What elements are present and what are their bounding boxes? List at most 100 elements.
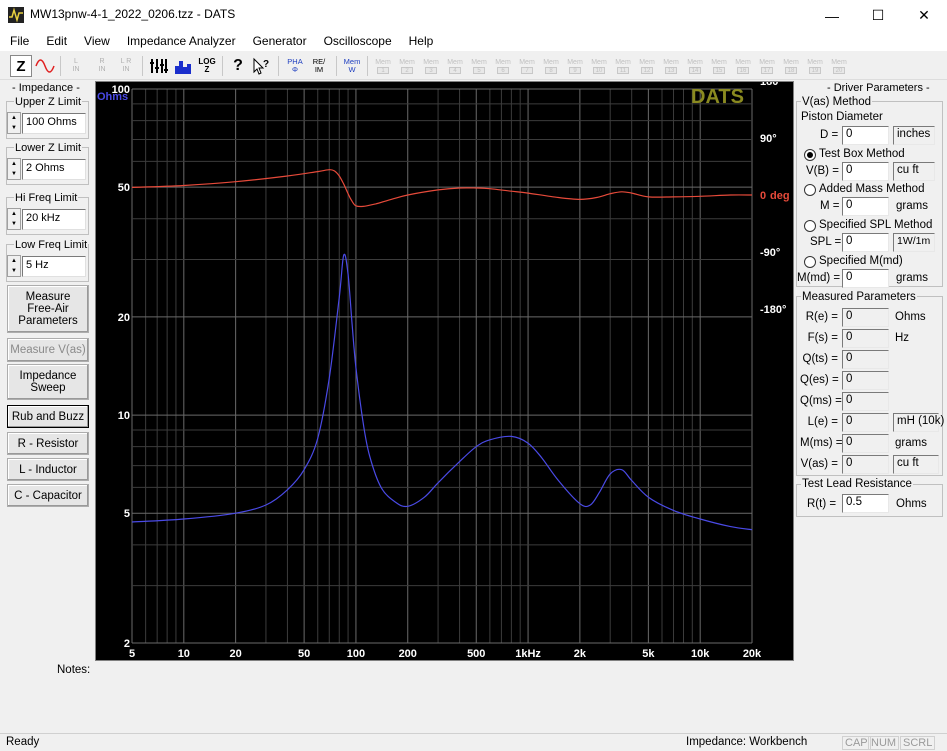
memory-slot-10-button[interactable]: Mem 10 xyxy=(588,55,610,77)
stereo-input-button[interactable]: L R IN xyxy=(116,55,136,77)
memory-slot-icon: Mem 14 xyxy=(684,59,706,74)
memory-slot-3-button[interactable]: Mem 3 xyxy=(420,55,442,77)
hi-freq-field[interactable]: 20 kHz xyxy=(22,209,86,230)
memory-slot-icon: Mem 2 xyxy=(396,59,418,74)
vb-unit-field[interactable]: cu ft xyxy=(893,162,935,181)
memory-slot-icon: Mem 11 xyxy=(612,59,634,74)
context-help-button[interactable]: ? xyxy=(250,55,272,77)
memory-slot-2-button[interactable]: Mem 2 xyxy=(396,55,418,77)
memory-slot-label: Mem xyxy=(399,58,415,66)
memory-slot-11-button[interactable]: Mem 11 xyxy=(612,55,634,77)
lower-z-field[interactable]: 2 Ohms xyxy=(22,159,86,180)
measured-param-value: 0 xyxy=(842,308,889,327)
notes-area[interactable] xyxy=(92,662,792,730)
menu-help[interactable]: Help xyxy=(399,34,441,48)
d-field[interactable]: 0 xyxy=(842,126,889,145)
vb-field[interactable]: 0 xyxy=(842,162,889,181)
memory-slot-13-button[interactable]: Mem 13 xyxy=(660,55,682,77)
memory-slot-4-button[interactable]: Mem 4 xyxy=(444,55,466,77)
memory-slot-1-button[interactable]: Mem 1 xyxy=(372,55,394,77)
low-freq-field[interactable]: 5 Hz xyxy=(22,256,86,277)
d-unit-field[interactable]: inches xyxy=(893,126,935,145)
measured-param-label: Q(ts) = xyxy=(802,353,838,365)
memory-slot-14-button[interactable]: Mem 14 xyxy=(684,55,706,77)
added-mass-radio[interactable] xyxy=(804,184,816,196)
memory-slot-20-button[interactable]: Mem 20 xyxy=(828,55,850,77)
help-button[interactable]: ? xyxy=(228,55,248,77)
memory-slot-7-button[interactable]: Mem 7 xyxy=(516,55,538,77)
memory-slot-5-button[interactable]: Mem 5 xyxy=(468,55,490,77)
measure-vas-button[interactable]: Measure V(as) xyxy=(7,338,89,362)
vas-method-label: V(as) Method xyxy=(801,96,873,108)
x-tick-label: 5k xyxy=(642,648,655,660)
rub-and-buzz-button[interactable]: Rub and Buzz xyxy=(7,405,89,428)
capacitor-button[interactable]: C - Capacitor xyxy=(7,484,89,507)
phase-line xyxy=(131,169,753,208)
specified-spl-radio[interactable] xyxy=(804,220,816,232)
impedance-mode-button[interactable]: Z xyxy=(10,55,32,77)
memory-slot-19-button[interactable]: Mem 19 xyxy=(804,55,826,77)
bar-graph-button[interactable] xyxy=(172,55,194,77)
memory-slot-icon: Mem 19 xyxy=(804,59,826,74)
memory-slot-15-button[interactable]: Mem 15 xyxy=(708,55,730,77)
inductor-button[interactable]: L - Inductor xyxy=(7,458,89,481)
memory-slot-18-button[interactable]: Mem 18 xyxy=(780,55,802,77)
memory-slot-icon: Mem 8 xyxy=(540,59,562,74)
resistor-button[interactable]: R - Resistor xyxy=(7,432,89,455)
impedance-sweep-button[interactable]: Impedance Sweep xyxy=(7,364,89,400)
menu-generator[interactable]: Generator xyxy=(243,34,314,48)
menu-view[interactable]: View xyxy=(74,34,117,48)
rt-unit: Ohms xyxy=(896,498,927,510)
measured-param-unit[interactable]: mH (10k) xyxy=(893,413,944,432)
memory-slot-label: Mem xyxy=(591,58,607,66)
memory-slot-9-button[interactable]: Mem 9 xyxy=(564,55,586,77)
measured-param-unit[interactable]: cu ft xyxy=(893,455,939,474)
close-icon: ✕ xyxy=(918,7,930,23)
spl-field[interactable]: 0 xyxy=(842,233,889,252)
specified-mmd-radio[interactable] xyxy=(804,256,816,268)
memory-slot-number: 4 xyxy=(449,66,461,74)
memory-slot-number: 16 xyxy=(737,66,749,74)
hi-freq-label: Hi Freq Limit xyxy=(14,192,79,204)
memory-slot-number: 13 xyxy=(665,66,677,74)
memory-slot-16-button[interactable]: Mem 16 xyxy=(732,55,754,77)
sliders-icon xyxy=(150,59,168,73)
menu-oscilloscope[interactable]: Oscilloscope xyxy=(314,34,399,48)
rt-field[interactable]: 0.5 xyxy=(842,494,889,513)
phase-button[interactable]: PHA Φ xyxy=(284,55,306,77)
measured-param-unit: Ohms xyxy=(895,311,926,323)
test-box-radio[interactable] xyxy=(804,149,816,161)
memory-slot-17-button[interactable]: Mem 17 xyxy=(756,55,778,77)
memory-slot-8-button[interactable]: Mem 8 xyxy=(540,55,562,77)
log-z-button[interactable]: LOG Z xyxy=(196,55,218,77)
memory-slot-12-button[interactable]: Mem 12 xyxy=(636,55,658,77)
impedance-line xyxy=(131,253,753,531)
mmd-field[interactable]: 0 xyxy=(842,269,889,288)
memory-slot-6-button[interactable]: Mem 6 xyxy=(492,55,514,77)
lower-z-spinner[interactable]: ▲ ▼ xyxy=(7,158,21,180)
memory-write-button[interactable]: Mem W xyxy=(341,55,363,77)
minimize-button[interactable]: — xyxy=(809,0,855,31)
upper-z-field[interactable]: 100 Ohms xyxy=(22,113,86,134)
measured-param-value: 0 xyxy=(842,392,889,411)
close-button[interactable]: ✕ xyxy=(901,0,947,31)
measured-param-value: 0 xyxy=(842,371,889,390)
menu-edit[interactable]: Edit xyxy=(36,34,74,48)
left-input-button[interactable]: L IN xyxy=(66,55,86,77)
hi-freq-spinner[interactable]: ▲ ▼ xyxy=(7,208,21,230)
upper-z-spinner[interactable]: ▲ ▼ xyxy=(7,112,21,134)
memory-slot-icon: Mem 16 xyxy=(732,59,754,74)
right-input-button[interactable]: R IN xyxy=(92,55,112,77)
real-imag-button[interactable]: RE/ IM xyxy=(308,55,330,77)
menu-impedance-analyzer[interactable]: Impedance Analyzer xyxy=(117,34,243,48)
waveform-button[interactable] xyxy=(34,55,56,77)
memory-slot-number: 14 xyxy=(689,66,701,74)
impedance-plot[interactable]: 5 10 20 50 100 200 500 1kHz 2k 5k 10k 20k 100 50 20 10 5… xyxy=(95,76,794,661)
sliders-button[interactable] xyxy=(148,55,170,77)
maximize-button[interactable]: ☐ xyxy=(855,0,901,31)
menu-file[interactable]: File xyxy=(0,34,36,48)
m-field[interactable]: 0 xyxy=(842,197,889,216)
measure-free-air-button[interactable]: Measure Free-Air Parameters xyxy=(7,285,89,333)
low-freq-spinner[interactable]: ▲ ▼ xyxy=(7,255,21,277)
spl-unit-field[interactable]: 1W/1m xyxy=(893,233,935,252)
